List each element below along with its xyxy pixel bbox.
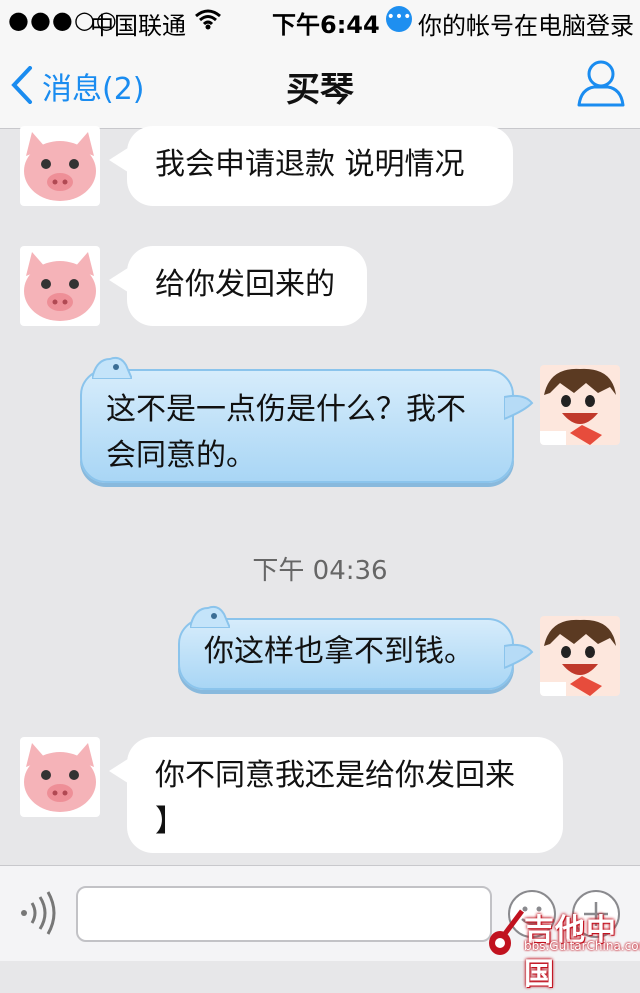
login-notice[interactable]: ••• 你的帐号在电脑登录	[386, 6, 634, 41]
chat-area[interactable]: 我会申请退款 说明情况 给你发回来的 这不是一点伤是什么？我不 会同意的。 下午…	[0, 126, 640, 865]
voice-icon	[21, 891, 56, 935]
profile-button[interactable]	[576, 58, 626, 112]
status-bar: ●●●○○ 中国联通 下午6:44 ••• 你的帐号在电脑登录	[0, 0, 640, 40]
message-bubble-incoming[interactable]: 你不同意我还是给你发回来 】	[109, 737, 563, 853]
timestamp: 下午 04:36	[252, 556, 388, 586]
avatar-pig[interactable]	[20, 246, 100, 326]
bubble-tail-decoration	[504, 394, 534, 421]
user-icon	[577, 60, 625, 107]
message-text: 给你发回来的	[155, 267, 335, 302]
message-bubble-incoming[interactable]: 我会申请退款 说明情况	[109, 126, 513, 206]
avatar-pig[interactable]	[20, 126, 100, 206]
avatar-pig[interactable]	[20, 737, 100, 817]
wifi-icon	[194, 8, 222, 36]
nav-bar: 消息(2) 买琴	[0, 40, 640, 129]
message-text-line2: 会同意的。	[106, 438, 256, 473]
message-text-line1: 你不同意我还是给你发回来	[155, 758, 515, 793]
message-bubble-outgoing[interactable]: 你这样也拿不到钱。	[178, 605, 534, 690]
watermark-url: bbs.GuitarChina.com	[524, 939, 640, 953]
login-notice-text: 你的帐号在电脑登录	[418, 12, 634, 40]
message-text: 我会申请退款 说明情况	[155, 147, 465, 182]
bubble-ear-decoration	[190, 605, 230, 628]
message-input[interactable]	[76, 886, 492, 942]
guitar-logo-icon	[489, 909, 524, 955]
message-text: 你这样也拿不到钱。	[204, 634, 474, 669]
message-text-line2: 】	[155, 804, 185, 839]
page-title: 买琴	[286, 70, 354, 110]
message-bubble-outgoing[interactable]: 这不是一点伤是什么？我不 会同意的。	[80, 356, 534, 483]
carrier-name: 中国联通	[90, 12, 186, 40]
chat-bubble-icon: •••	[386, 6, 412, 32]
message-bubble-incoming[interactable]: 给你发回来的	[109, 246, 367, 326]
status-time: 下午6:44	[272, 11, 380, 39]
message-text-line1: 这不是一点伤是什么？我不	[106, 392, 466, 427]
voice-button[interactable]	[18, 890, 58, 940]
bubble-tail-decoration	[504, 643, 534, 670]
bubble-ear-decoration	[92, 356, 132, 379]
avatar-self[interactable]	[540, 365, 620, 445]
avatar-self[interactable]	[540, 616, 620, 696]
site-watermark: 吉他中国 bbs.GuitarChina.com	[486, 905, 640, 992]
